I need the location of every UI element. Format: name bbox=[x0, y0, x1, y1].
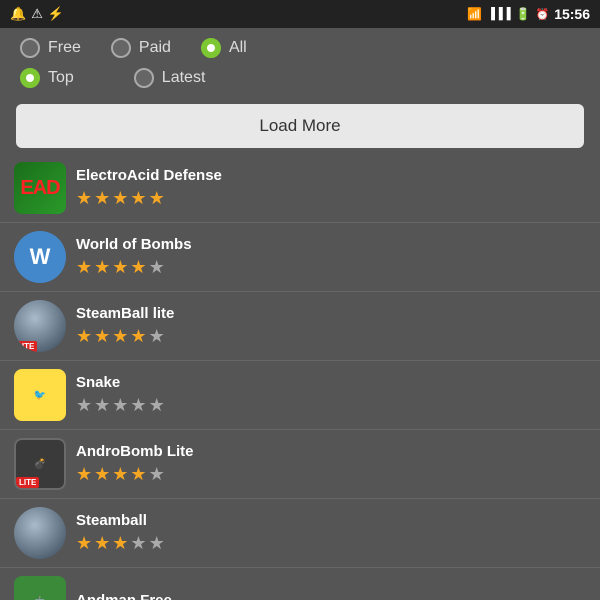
app-list-item[interactable]: EADElectroAcid Defense★★★★★ bbox=[0, 154, 600, 223]
star-icon: ★ bbox=[130, 188, 146, 209]
app-info: Snake★★★★★ bbox=[76, 374, 586, 416]
right-status-icons: 📶 ▐▐▐ 🔋 ⏰ 15:56 bbox=[467, 6, 590, 22]
star-icon: ★ bbox=[149, 533, 165, 554]
star-icon: ★ bbox=[94, 395, 110, 416]
app-icon: LITE bbox=[14, 300, 66, 352]
star-icon: ★ bbox=[130, 257, 146, 278]
app-list-item[interactable]: WWorld of Bombs★★★★★ bbox=[0, 223, 600, 292]
sort-top[interactable]: Top bbox=[20, 68, 74, 88]
app-stars: ★★★★★ bbox=[76, 257, 586, 278]
star-icon: ★ bbox=[130, 395, 146, 416]
alert-icon: ⚠ bbox=[31, 6, 43, 22]
app-name: SteamBall lite bbox=[76, 305, 586, 322]
star-icon: ★ bbox=[94, 464, 110, 485]
main-content: Free Paid All Top Latest Load More EAD El… bbox=[0, 28, 600, 600]
load-more-container: Load More bbox=[0, 98, 600, 154]
app-info: World of Bombs★★★★★ bbox=[76, 236, 586, 278]
star-icon: ★ bbox=[130, 326, 146, 347]
app-info: Steamball★★★★★ bbox=[76, 512, 586, 554]
filter-free-label: Free bbox=[48, 39, 81, 57]
app-name: AndroBomb Lite bbox=[76, 443, 586, 460]
app-info: ElectroAcid Defense★★★★★ bbox=[76, 167, 586, 209]
star-icon: ★ bbox=[76, 326, 92, 347]
star-icon: ★ bbox=[149, 257, 165, 278]
app-name: World of Bombs bbox=[76, 236, 586, 253]
radio-free[interactable] bbox=[20, 38, 40, 58]
app-stars: ★★★★★ bbox=[76, 326, 586, 347]
app-info: Andman Free bbox=[76, 592, 586, 600]
status-bar: 🔔 ⚠ ⚡ 📶 ▐▐▐ 🔋 ⏰ 15:56 bbox=[0, 0, 600, 28]
sort-top-label: Top bbox=[48, 69, 74, 87]
load-more-button[interactable]: Load More bbox=[16, 104, 584, 148]
sort-latest[interactable]: Latest bbox=[134, 68, 206, 88]
app-icon: 🐦 bbox=[14, 369, 66, 421]
clock-icon: ⏰ bbox=[535, 8, 549, 21]
star-icon: ★ bbox=[130, 464, 146, 485]
app-icon: W bbox=[14, 231, 66, 283]
usb-icon: ⚡ bbox=[48, 6, 64, 22]
star-icon: ★ bbox=[76, 464, 92, 485]
star-icon: ★ bbox=[149, 188, 165, 209]
status-time: 15:56 bbox=[554, 6, 590, 22]
star-icon: ★ bbox=[112, 533, 128, 554]
app-info: AndroBomb Lite★★★★★ bbox=[76, 443, 586, 485]
app-list-item[interactable]: LITESteamBall lite★★★★★ bbox=[0, 292, 600, 361]
radio-all[interactable] bbox=[201, 38, 221, 58]
app-list-item[interactable]: 💣LITEAndroBomb Lite★★★★★ bbox=[0, 430, 600, 499]
filter-all-label: All bbox=[229, 39, 247, 57]
app-name: Steamball bbox=[76, 512, 586, 529]
app-stars: ★★★★★ bbox=[76, 395, 586, 416]
app-list-item[interactable]: 🤖 Andman Free bbox=[0, 568, 600, 600]
star-icon: ★ bbox=[112, 395, 128, 416]
star-icon: ★ bbox=[94, 257, 110, 278]
star-icon: ★ bbox=[112, 464, 128, 485]
app-info: SteamBall lite★★★★★ bbox=[76, 305, 586, 347]
filter-all[interactable]: All bbox=[201, 38, 247, 58]
star-icon: ★ bbox=[76, 395, 92, 416]
app-list-item[interactable]: Steamball★★★★★ bbox=[0, 499, 600, 568]
radio-top[interactable] bbox=[20, 68, 40, 88]
star-icon: ★ bbox=[149, 395, 165, 416]
app-icon bbox=[14, 507, 66, 559]
type-filter-row: Free Paid All bbox=[0, 28, 600, 68]
app-stars: ★★★★★ bbox=[76, 533, 586, 554]
app-name: Snake bbox=[76, 374, 586, 391]
radio-paid[interactable] bbox=[111, 38, 131, 58]
app-icon: EAD bbox=[14, 162, 66, 214]
signal-icon: ▐▐▐ bbox=[487, 8, 510, 20]
sort-latest-label: Latest bbox=[162, 69, 206, 87]
app-stars: ★★★★★ bbox=[76, 188, 586, 209]
star-icon: ★ bbox=[149, 464, 165, 485]
star-icon: ★ bbox=[112, 326, 128, 347]
app-icon: 🤖 bbox=[14, 576, 66, 600]
star-icon: ★ bbox=[76, 533, 92, 554]
star-icon: ★ bbox=[112, 257, 128, 278]
star-icon: ★ bbox=[112, 188, 128, 209]
filter-paid-label: Paid bbox=[139, 39, 171, 57]
app-list-item[interactable]: 🐦Snake★★★★★ bbox=[0, 361, 600, 430]
lite-badge: LITE bbox=[16, 477, 39, 488]
notification-icon: 🔔 bbox=[10, 6, 26, 22]
radio-latest[interactable] bbox=[134, 68, 154, 88]
app-name: Andman Free bbox=[76, 592, 586, 600]
star-icon: ★ bbox=[76, 188, 92, 209]
star-icon: ★ bbox=[94, 326, 110, 347]
star-icon: ★ bbox=[149, 326, 165, 347]
sort-filter-row: Top Latest bbox=[0, 68, 600, 98]
app-name: ElectroAcid Defense bbox=[76, 167, 586, 184]
battery-icon: 🔋 bbox=[516, 7, 531, 21]
lite-badge: LITE bbox=[14, 341, 37, 352]
star-icon: ★ bbox=[76, 257, 92, 278]
app-list[interactable]: EADElectroAcid Defense★★★★★WWorld of Bom… bbox=[0, 154, 600, 600]
star-icon: ★ bbox=[130, 533, 146, 554]
status-icons: 🔔 ⚠ ⚡ bbox=[10, 6, 64, 22]
star-icon: ★ bbox=[94, 188, 110, 209]
star-icon: ★ bbox=[94, 533, 110, 554]
wifi-icon: 📶 bbox=[467, 7, 482, 21]
filter-free[interactable]: Free bbox=[20, 38, 81, 58]
filter-paid[interactable]: Paid bbox=[111, 38, 171, 58]
app-stars: ★★★★★ bbox=[76, 464, 586, 485]
app-icon: 💣LITE bbox=[14, 438, 66, 490]
